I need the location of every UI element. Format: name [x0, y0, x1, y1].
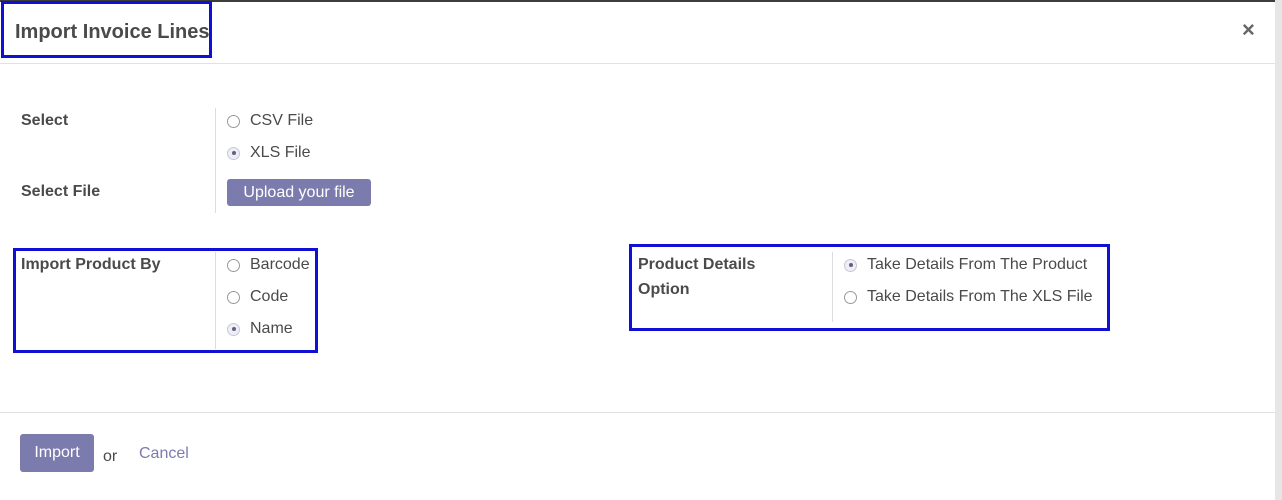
radio-take-details-from-product[interactable]: Take Details From The Product: [844, 256, 1087, 274]
dialog-header: Import Invoice Lines ×: [0, 0, 1275, 64]
import-button[interactable]: Import: [20, 434, 94, 472]
radio-label: Name: [250, 320, 293, 337]
radio-csv-file[interactable]: CSV File: [227, 112, 313, 130]
upload-file-button[interactable]: Upload your file: [227, 179, 371, 206]
radio-name[interactable]: Name: [227, 320, 293, 338]
import-product-by-label: Import Product By: [21, 256, 161, 273]
cancel-link[interactable]: Cancel: [139, 445, 189, 463]
radio-checked-icon[interactable]: [227, 322, 240, 336]
field-divider: [215, 108, 216, 213]
or-text: or: [103, 448, 118, 465]
radio-label: Barcode: [250, 256, 310, 273]
radio-barcode[interactable]: Barcode: [227, 256, 310, 274]
select-file-label: Select File: [21, 183, 101, 200]
product-details-option-label-line1: Product Details: [638, 256, 756, 273]
footer-divider: [0, 412, 1275, 413]
close-icon[interactable]: ×: [1242, 17, 1255, 43]
radio-label: CSV File: [250, 112, 314, 129]
radio-take-details-from-xls[interactable]: Take Details From The XLS File: [844, 288, 1093, 306]
dialog-title: Import Invoice Lines: [15, 21, 210, 43]
select-label: Select: [21, 112, 69, 129]
radio-unchecked-icon[interactable]: [227, 258, 240, 272]
radio-unchecked-icon[interactable]: [227, 114, 240, 128]
radio-unchecked-icon[interactable]: [844, 290, 857, 304]
radio-label: Take Details From The Product: [867, 256, 1088, 273]
field-divider: [215, 252, 216, 349]
product-details-option-label-line2: Option: [638, 281, 690, 298]
radio-code[interactable]: Code: [227, 288, 288, 306]
radio-unchecked-icon[interactable]: [227, 290, 240, 304]
scrollbar-track[interactable]: [1275, 0, 1282, 500]
radio-xls-file[interactable]: XLS File: [227, 144, 310, 162]
radio-checked-icon[interactable]: [227, 146, 240, 160]
field-divider: [832, 252, 833, 322]
radio-label: XLS File: [250, 144, 311, 161]
radio-label: Code: [250, 288, 289, 305]
radio-checked-icon[interactable]: [844, 258, 857, 272]
radio-label: Take Details From The XLS File: [867, 288, 1093, 305]
